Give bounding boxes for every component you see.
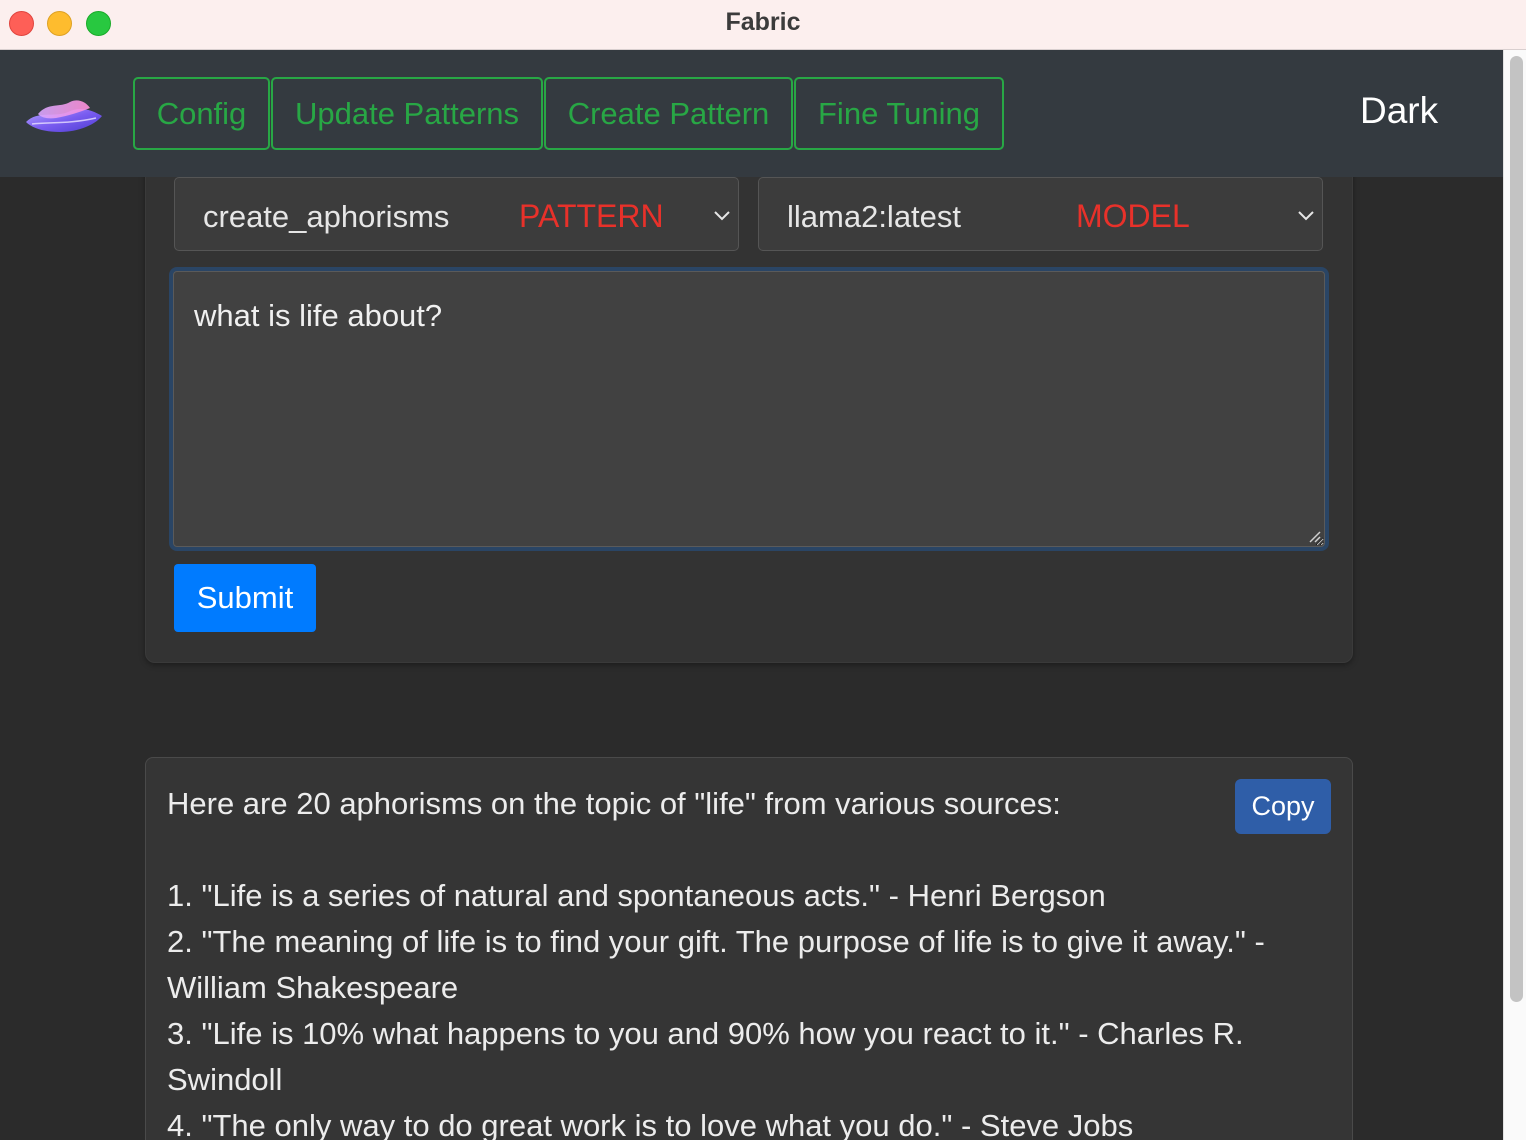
submit-button[interactable]: Submit (174, 564, 316, 632)
chevron-down-icon (714, 211, 730, 221)
response-item: 2. "The meaning of life is to find your … (167, 924, 1265, 1005)
response-item: 3. "Life is 10% what happens to you and … (167, 1016, 1244, 1097)
prompt-textarea[interactable]: what is life about? (173, 271, 1325, 547)
nav-config-button[interactable]: Config (133, 77, 270, 150)
pattern-select-value: create_aphorisms (203, 199, 450, 234)
response-intro: Here are 20 aphorisms on the topic of "l… (167, 786, 1061, 821)
theme-toggle[interactable]: Dark (1360, 90, 1438, 132)
nav-fine-tuning-button[interactable]: Fine Tuning (794, 77, 1004, 150)
fabric-logo-icon[interactable] (24, 92, 104, 136)
nav-update-patterns-button[interactable]: Update Patterns (271, 77, 543, 150)
nav-create-pattern-button[interactable]: Create Pattern (544, 77, 793, 150)
response-item: 4. "The only way to do great work is to … (167, 1108, 1134, 1140)
response-item: 1. "Life is a series of natural and spon… (167, 878, 1106, 913)
window-titlebar: Fabric (0, 0, 1526, 50)
prompt-textarea-focus-ring: what is life about? (169, 267, 1329, 551)
scrollbar-thumb[interactable] (1510, 56, 1523, 1002)
vertical-scrollbar[interactable] (1503, 50, 1526, 1140)
model-select-value: llama2:latest (787, 199, 962, 234)
model-select[interactable]: llama2:latest MODEL (758, 177, 1323, 251)
window-title: Fabric (725, 8, 801, 36)
response-card: Copy Here are 20 aphorisms on the topic … (145, 757, 1353, 1140)
chevron-down-icon (1298, 211, 1314, 221)
resize-grip-icon[interactable] (1307, 529, 1321, 543)
top-navbar: Config Update Patterns Create Pattern Fi… (0, 50, 1503, 177)
pattern-select[interactable]: create_aphorisms PATTERN (174, 177, 739, 251)
response-text: Here are 20 aphorisms on the topic of "l… (167, 781, 1277, 1140)
pattern-tag: PATTERN (519, 198, 664, 234)
model-tag: MODEL (1076, 198, 1190, 234)
app-viewport: create_aphorisms PATTERN llama2:latest M… (0, 50, 1503, 1140)
